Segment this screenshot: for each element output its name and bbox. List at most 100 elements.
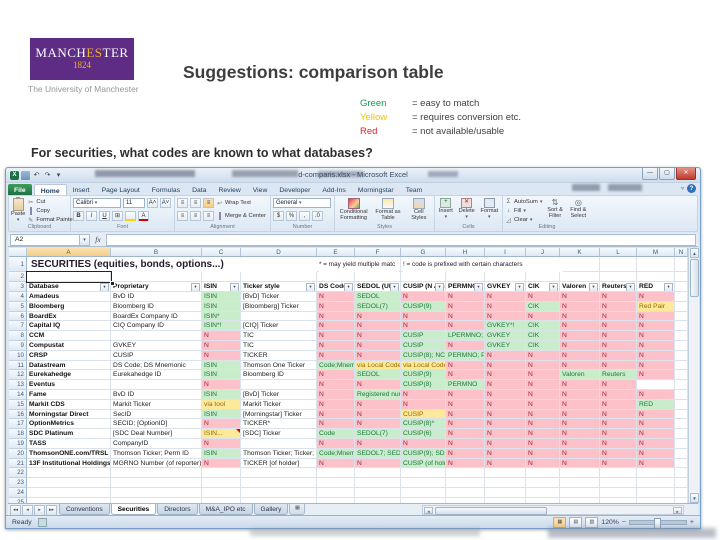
- column-header-j[interactable]: J: [526, 248, 560, 257]
- row-number[interactable]: 18: [9, 429, 27, 439]
- cell[interactable]: [675, 282, 688, 292]
- cell[interactable]: ISIN*!: [202, 321, 241, 332]
- cell[interactable]: GVKEY: [485, 331, 526, 341]
- cell[interactable]: TIC: [241, 341, 317, 351]
- cell[interactable]: N: [485, 409, 526, 420]
- cell[interactable]: N: [317, 292, 355, 302]
- cell[interactable]: N: [560, 311, 600, 322]
- cell[interactable]: [317, 488, 355, 498]
- cell-database[interactable]: Eurekahedge: [27, 370, 111, 381]
- cell[interactable]: N: [526, 448, 560, 459]
- cell[interactable]: [526, 272, 560, 282]
- cell[interactable]: N: [560, 341, 600, 351]
- cell[interactable]: N: [600, 419, 637, 430]
- clear-button[interactable]: ◿ Clear ▾: [505, 216, 542, 224]
- align-bottom-icon[interactable]: ≡: [203, 198, 214, 208]
- cell-database[interactable]: CCM: [27, 331, 111, 341]
- cell[interactable]: N: [446, 419, 485, 430]
- cell[interactable]: N: [485, 360, 526, 371]
- row-number[interactable]: 23: [9, 478, 27, 488]
- column-header-k[interactable]: K: [560, 248, 600, 257]
- cell[interactable]: N: [526, 390, 560, 400]
- sheet-tab-directors[interactable]: Directors: [157, 504, 198, 515]
- cell[interactable]: N: [446, 321, 485, 332]
- cell-proprietary[interactable]: [SDC Deal Number]: [111, 429, 202, 439]
- ribbon-tab-developer[interactable]: Developer: [273, 184, 316, 195]
- cell[interactable]: ISIN: [202, 448, 241, 459]
- filter-header-reuters[interactable]: Reuters ▾: [600, 282, 637, 292]
- cell[interactable]: [675, 272, 688, 282]
- underline-icon[interactable]: U: [99, 211, 110, 221]
- cell[interactable]: N: [355, 419, 401, 430]
- filter-header-cusip-n-am[interactable]: CUSIP (N Am ▾: [401, 282, 446, 292]
- row-number[interactable]: 1: [9, 257, 27, 272]
- cell[interactable]: [401, 272, 446, 282]
- scroll-down-icon[interactable]: ▼: [690, 493, 699, 503]
- scroll-left-icon[interactable]: ◂: [424, 507, 433, 514]
- cell[interactable]: N: [637, 292, 675, 302]
- cell[interactable]: N: [355, 399, 401, 410]
- cell[interactable]: RED: [637, 399, 675, 410]
- cell[interactable]: N: [446, 409, 485, 420]
- cell[interactable]: N: [600, 458, 637, 469]
- cell[interactable]: SEDOL: [355, 370, 401, 381]
- cell[interactable]: N: [202, 331, 241, 341]
- cell-styles-button[interactable]: Cell Styles: [406, 197, 432, 225]
- cell[interactable]: [560, 478, 600, 488]
- cell[interactable]: N: [637, 331, 675, 341]
- cell[interactable]: N: [485, 458, 526, 469]
- borders-icon[interactable]: ⊞: [112, 211, 123, 221]
- cell[interactable]: N: [446, 301, 485, 312]
- cell-proprietary[interactable]: Eurekahedge ID: [111, 370, 202, 381]
- filter-header-gvkey[interactable]: GVKEY ▾: [485, 282, 526, 292]
- cell[interactable]: Markit Ticker: [241, 399, 317, 410]
- cell[interactable]: [675, 468, 688, 479]
- cell-proprietary[interactable]: CompanyID: [111, 439, 202, 449]
- cell[interactable]: N: [446, 399, 485, 410]
- cell-proprietary[interactable]: [111, 331, 202, 341]
- cell[interactable]: N: [446, 458, 485, 469]
- help-icon[interactable]: ?: [687, 184, 696, 193]
- cell[interactable]: SEDOL: [355, 292, 401, 302]
- ribbon-tab-page-layout[interactable]: Page Layout: [96, 184, 146, 195]
- cell[interactable]: N: [560, 439, 600, 449]
- cell[interactable]: N: [560, 321, 600, 332]
- row-number[interactable]: 8: [9, 331, 27, 341]
- cell[interactable]: N: [560, 380, 600, 390]
- cell[interactable]: [560, 257, 600, 272]
- cell[interactable]: N: [485, 429, 526, 439]
- cell[interactable]: N: [600, 429, 637, 439]
- column-header-n[interactable]: N: [675, 248, 688, 257]
- filter-header-permno[interactable]: PERMNO ▾: [446, 282, 485, 292]
- cell[interactable]: [675, 301, 688, 312]
- cell[interactable]: N: [446, 370, 485, 381]
- filter-arrow-icon[interactable]: ▾: [230, 283, 239, 291]
- cell[interactable]: N: [355, 350, 401, 361]
- cell[interactable]: [317, 272, 355, 282]
- ribbon-tab-home[interactable]: Home: [33, 184, 67, 195]
- cell[interactable]: [675, 488, 688, 498]
- cell[interactable]: Code;Mnem: [317, 448, 355, 459]
- cell[interactable]: [BvD] Ticker: [241, 390, 317, 400]
- cell[interactable]: N: [637, 458, 675, 469]
- filter-header-ticker-style[interactable]: Ticker style ▾: [241, 282, 317, 292]
- cell[interactable]: [485, 488, 526, 498]
- row-number[interactable]: 5: [9, 301, 27, 312]
- cell[interactable]: N: [637, 419, 675, 430]
- row-number[interactable]: 2: [9, 272, 27, 282]
- cell[interactable]: N: [526, 429, 560, 439]
- cell[interactable]: ISIN: [202, 370, 241, 381]
- number-format-combo[interactable]: General ▾: [273, 198, 331, 208]
- grow-font-icon[interactable]: A˄: [147, 198, 158, 208]
- cell[interactable]: [446, 488, 485, 498]
- column-header-b[interactable]: B: [111, 248, 202, 257]
- cell-database[interactable]: SDC Platinum: [27, 429, 111, 439]
- cell[interactable]: N: [600, 380, 637, 390]
- cell[interactable]: [675, 419, 688, 430]
- cell-proprietary[interactable]: CUSIP: [111, 350, 202, 361]
- cell-proprietary[interactable]: Thomson Ticker; Perm ID: [111, 448, 202, 459]
- cell[interactable]: Red Pair: [637, 301, 675, 312]
- cell[interactable]: N: [446, 390, 485, 400]
- cell[interactable]: N: [600, 439, 637, 449]
- cell[interactable]: [675, 331, 688, 341]
